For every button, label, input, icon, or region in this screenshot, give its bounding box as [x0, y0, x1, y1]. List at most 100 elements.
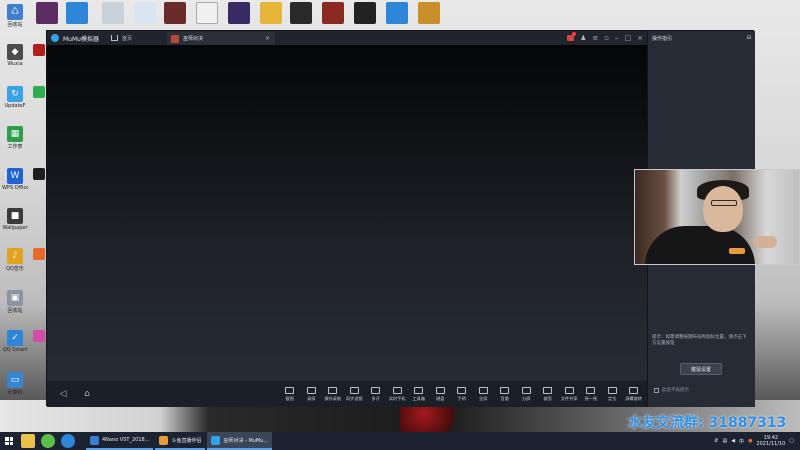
desktop-shortcut-icon[interactable] [354, 2, 376, 24]
desktop-icon[interactable]: ■ Wallpaper [2, 208, 28, 231]
task-app-icon [159, 435, 169, 445]
tray-icon[interactable]: ⇵ [714, 438, 718, 444]
toolbar-crop-button[interactable]: 裁剪 [537, 381, 559, 407]
screen-icon[interactable]: ▫ [604, 34, 609, 42]
desktop-icon[interactable]: ✓ QQ Smart [2, 330, 28, 353]
desktop-shortcut-icon[interactable] [102, 2, 124, 24]
qq-group-overlay: 水友交流群: 31887313 [628, 415, 787, 431]
user-icon[interactable]: ♟ [580, 34, 586, 42]
toolbar-pointer-button[interactable]: 同步滤镜 [344, 381, 366, 407]
close-icon[interactable]: × [637, 34, 643, 42]
no-remind-checkbox[interactable]: 此后不再提示 [654, 387, 689, 393]
toolbar-fullscreen-button[interactable]: 全屏 [473, 381, 495, 407]
desktop-icon[interactable]: ♪ QQ音乐 [2, 248, 28, 272]
desktop-icon[interactable]: ▭ 计算机 [2, 372, 28, 396]
toolbar-folder-button[interactable]: 文件共享 [559, 381, 581, 407]
toolbar-shake-button[interactable]: 摇一摇 [580, 381, 602, 407]
desktop-icon[interactable] [32, 168, 46, 180]
file-explorer-icon[interactable] [21, 434, 35, 448]
taskbar: 4Nano VST_2018... 斗鱼直播伴侣 巫师对决 - MuMu... ⇵ … [0, 432, 800, 450]
desktop-icon[interactable]: W WPS Office [2, 168, 28, 191]
clock[interactable]: 19:42 2021/11/10 [756, 435, 785, 447]
taskbar-task[interactable]: 巫师对决 - MuMu... [207, 432, 273, 450]
game-thumb-icon [171, 34, 179, 43]
close-tab-icon[interactable]: × [265, 35, 270, 42]
desktop-icon[interactable]: ♺ 回收站 [2, 4, 28, 28]
browser-icon[interactable] [41, 434, 55, 448]
desktop-shortcut-icon[interactable] [196, 2, 218, 24]
input-method-icon[interactable]: 中 [739, 438, 744, 445]
toolbar-toolbox-button[interactable]: 工具箱 [408, 381, 430, 407]
toolbar-volume-button[interactable]: 音量 [494, 381, 516, 407]
emulator-screen[interactable] [47, 45, 647, 381]
taskbar-task[interactable]: 4Nano VST_2018... [86, 432, 154, 450]
keyboard-icon [435, 386, 445, 394]
toolbar-location-button[interactable]: 定位 [602, 381, 624, 407]
back-icon[interactable]: ◁ [53, 384, 73, 404]
toolbar-rotate-button[interactable]: 屏幕旋转 [623, 381, 645, 407]
task-label: 斗鱼直播伴侣 [171, 437, 202, 444]
windows-icon [5, 437, 13, 445]
volume-icon[interactable]: ◀ [731, 438, 735, 444]
desktop-shortcut-icon[interactable] [290, 2, 312, 24]
desktop-icon[interactable] [32, 86, 46, 98]
desktop-shortcut-icon[interactable] [322, 2, 344, 24]
desktop-icon[interactable]: ↻ UpdateF [2, 86, 28, 109]
notification-icon[interactable]: ▢ [789, 438, 794, 444]
collapse-panel-icon[interactable]: ⊟ [747, 35, 751, 41]
desktop-shortcut-icon[interactable] [386, 2, 408, 24]
toolbar-multi-button[interactable]: 多开 [365, 381, 387, 407]
toolbar-label: 文件共享 [560, 395, 578, 401]
emulator-titlebar: MuMu模拟器 首页 巫师对决 × ♟ ≡ ▫ – □ × [47, 31, 647, 45]
spreadsheet-icon: ▦ [7, 126, 23, 142]
toolbar-macro-button[interactable]: 操作录制 [322, 381, 344, 407]
guide-panel-title: 操作指引 [652, 35, 673, 42]
toolbar-tools: 截图 录屏 操作录制 同步滤镜 多开 实时手机 工具箱 键盘 手柄 全屏 音量 分屏 裁剪 文件共享 摇一摇… [279, 381, 645, 407]
app-icon[interactable] [61, 434, 75, 448]
toolbar-record-button[interactable]: 录屏 [301, 381, 323, 407]
desktop-shortcut-icon[interactable] [66, 2, 88, 24]
record-icon [306, 386, 316, 394]
desktop-icon[interactable] [32, 248, 46, 260]
gamepad-icon [457, 386, 467, 394]
app-title: MuMu模拟器 [63, 35, 99, 43]
desktop-shortcut-icon[interactable] [134, 2, 156, 24]
tray-app-icon[interactable]: ● [748, 438, 752, 444]
home-icon[interactable]: ⌂ [77, 384, 97, 404]
desktop-shortcut-icon[interactable] [228, 2, 250, 24]
mumu-logo-icon [51, 34, 59, 42]
shake-icon [586, 386, 596, 394]
key-setting-button[interactable]: 键鼠设置 [680, 363, 722, 375]
network-icon[interactable]: ▤ [722, 438, 727, 444]
tab-home[interactable]: 首页 [110, 35, 132, 42]
start-button[interactable] [0, 432, 18, 450]
toolbar-gamepad-button[interactable]: 手柄 [451, 381, 473, 407]
menu-icon[interactable]: ≡ [592, 34, 598, 42]
toolbar-label: 裁剪 [543, 395, 552, 401]
toolbar-phone-button[interactable]: 实时手机 [387, 381, 409, 407]
toolbar-keyboard-button[interactable]: 键盘 [430, 381, 452, 407]
desktop-icon[interactable] [32, 330, 46, 342]
desktop-icon[interactable] [32, 44, 46, 56]
split-icon [521, 386, 531, 394]
desktop-icon[interactable]: ◆ Wuxia [2, 44, 28, 67]
desktop-shortcut-icon[interactable] [418, 2, 440, 24]
maximize-icon[interactable]: □ [625, 34, 632, 42]
desktop-icon[interactable]: ▦ 工作表 [2, 126, 28, 150]
toolbar-split-button[interactable]: 分屏 [516, 381, 538, 407]
taskbar-task[interactable]: 斗鱼直播伴侣 [155, 432, 206, 450]
minimize-icon[interactable]: – [615, 34, 619, 42]
desktop-icon[interactable]: ▣ 回收站 [2, 290, 28, 314]
emulator-toolbar: ◁ ⌂ 截图 录屏 操作录制 同步滤镜 多开 实时手机 工具箱 键盘 手柄 全屏 音量 分屏 裁剪 文件共… [47, 381, 647, 407]
desktop-shortcut-icon[interactable] [36, 2, 58, 24]
computer-icon: ▭ [7, 372, 23, 388]
app-icon: ■ [7, 208, 23, 224]
tab-game[interactable]: 巫师对决 × [167, 32, 275, 45]
toolbar-camera-button[interactable]: 截图 [279, 381, 301, 407]
phone-icon [392, 386, 402, 394]
multi-icon [371, 386, 381, 394]
desktop-shortcut-icon[interactable] [260, 2, 282, 24]
gift-icon[interactable] [567, 32, 577, 41]
desktop-shortcut-icon[interactable] [164, 2, 186, 24]
rotate-icon [629, 386, 639, 394]
